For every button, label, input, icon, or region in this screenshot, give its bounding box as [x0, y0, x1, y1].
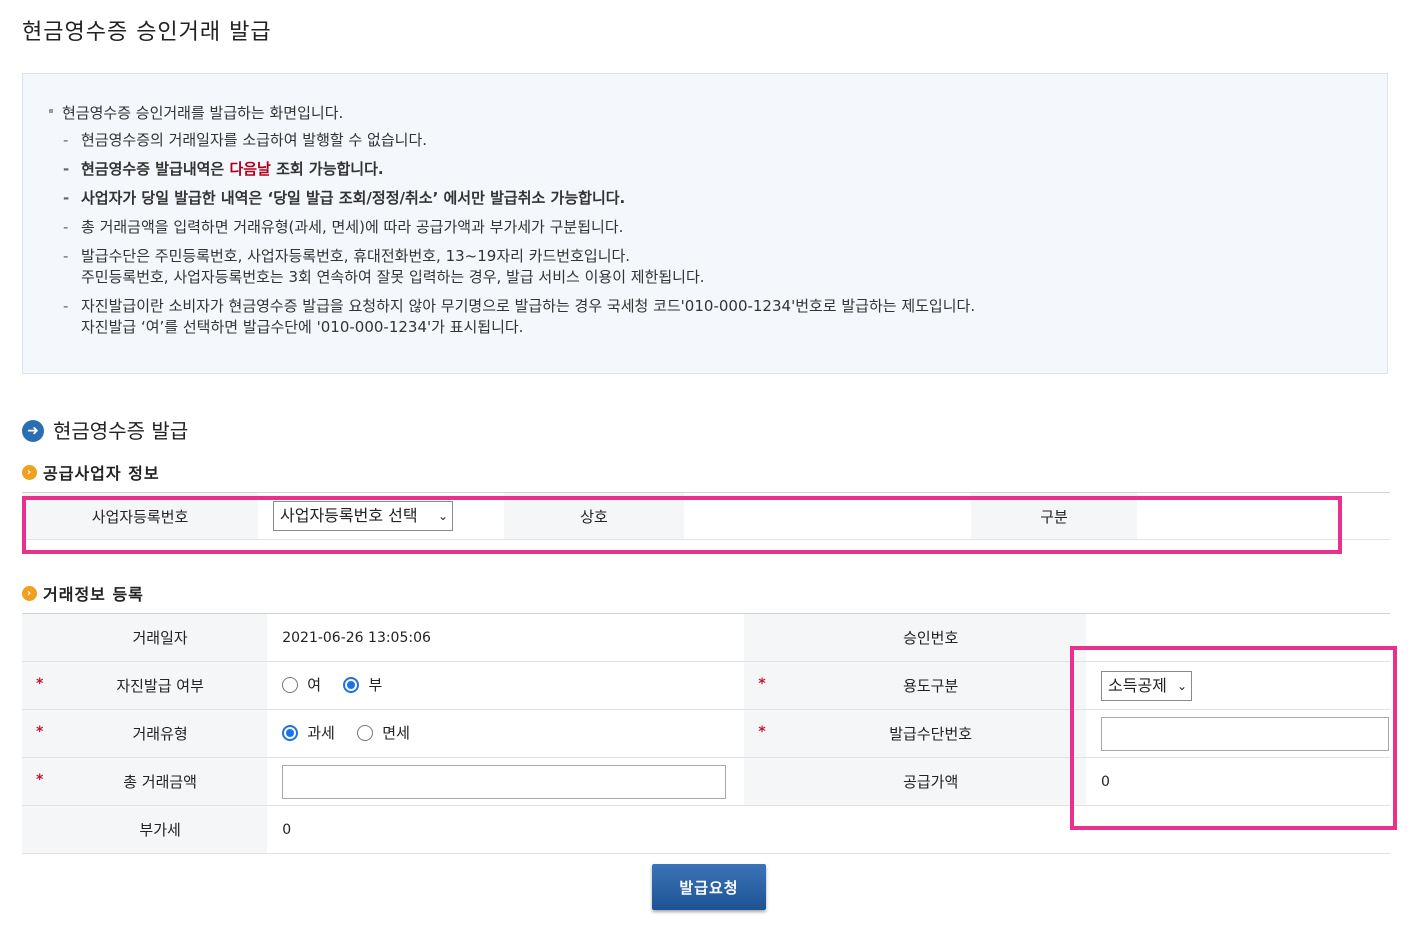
supply-amount-label: 공급가액: [744, 757, 1086, 806]
approval-label: 승인번호: [744, 613, 1086, 662]
empty-cell: [1086, 805, 1390, 854]
txn-type-label-text: 거래유형: [132, 725, 188, 743]
notice-header-text: 현금영수증 승인거래를 발급하는 화면입니다.: [62, 104, 344, 122]
radio-label: 과세: [307, 724, 335, 743]
page-title: 현금영수증 승인거래 발급: [22, 20, 272, 45]
txn-type-cell: 과세 면세: [267, 709, 745, 758]
total-amount-label-text: 총 거래금액: [123, 773, 197, 791]
chevron-right-icon: ›: [22, 465, 37, 480]
notice-item-line: 자진발급이란 소비자가 현금영수증 발급을 요청하지 않아 무기명으로 발급하는…: [81, 297, 976, 315]
date-value: 2021-06-26 13:05:06: [267, 613, 745, 662]
notice-item: 총 거래금액을 입력하면 거래유형(과세, 면세)에 따라 공급가액과 부가세가…: [63, 217, 975, 238]
vat-value: 0: [267, 805, 745, 854]
usage-select-value: 소득공제: [1108, 675, 1167, 695]
self-issue-yes-radio[interactable]: [282, 676, 299, 693]
taxable-option[interactable]: 과세: [282, 722, 335, 743]
table-row: 사업자등록번호 사업자등록번호 선택 ⌄ 상호 구분: [22, 492, 1390, 540]
square-bullet-icon: [49, 108, 53, 113]
approval-value: [1086, 613, 1390, 662]
company-label: 상호: [504, 492, 684, 540]
required-marker: *: [36, 676, 44, 692]
vat-label: 부가세: [22, 805, 268, 854]
self-issue-no-radio[interactable]: [343, 676, 360, 693]
usage-cell: 소득공제 ⌄: [1086, 661, 1390, 710]
notice-item: 발급수단은 주민등록번호, 사업자등록번호, 휴대전화번호, 13~19자리 카…: [63, 246, 975, 288]
notice-item: 현금영수증의 거래일자를 소급하여 발행할 수 없습니다.: [63, 130, 975, 151]
notice-highlight-text: 다음날: [229, 160, 271, 178]
id-number-label-text: 발급수단번호: [889, 725, 973, 743]
id-number-cell: [1086, 709, 1390, 758]
notice-box: 현금영수증 승인거래를 발급하는 화면입니다. 현금영수증의 거래일자를 소급하…: [22, 73, 1388, 374]
supply-amount-value: 0: [1086, 757, 1390, 806]
company-value: [684, 492, 971, 540]
table-row: 거래일자 2021-06-26 13:05:06 승인번호: [22, 613, 1390, 662]
notice-item-text: 조회 가능합니다.: [270, 160, 384, 178]
total-amount-input[interactable]: [282, 764, 727, 799]
notice-item-line: 발급수단은 주민등록번호, 사업자등록번호, 휴대전화번호, 13~19자리 카…: [81, 247, 631, 265]
supplier-title-text: 공급사업자 정보: [43, 464, 160, 483]
transaction-table: 거래일자 2021-06-26 13:05:06 승인번호 * 자진발급 여부 여…: [22, 613, 1390, 854]
required-marker: *: [758, 676, 766, 692]
notice-item: 현금영수증 발급내역은 다음날 조회 가능합니다.: [63, 159, 975, 180]
biz-no-cell: 사업자등록번호 선택 ⌄: [258, 492, 504, 540]
type-value: [1137, 492, 1390, 540]
total-amount-label: * 총 거래금액: [22, 757, 268, 806]
tax-exempt-option[interactable]: 면세: [357, 722, 410, 743]
required-marker: *: [36, 772, 44, 788]
radio-label: 부: [368, 676, 383, 695]
notice-item: 사업자가 당일 발급한 내역은 ‘당일 발급 조회/정정/취소’ 에서만 발급취…: [63, 188, 975, 209]
vat-label-text: 부가세: [139, 821, 181, 839]
supplier-table: 사업자등록번호 사업자등록번호 선택 ⌄ 상호 구분: [22, 492, 1390, 540]
table-row: * 총 거래금액 공급가액 0: [22, 757, 1390, 806]
tax-exempt-radio[interactable]: [357, 724, 374, 741]
table-row: * 거래유형 과세 면세 * 발급수단번호: [22, 709, 1390, 758]
supplier-section-title: › 공급사업자 정보: [22, 460, 160, 484]
txn-type-label: * 거래유형: [22, 709, 268, 758]
notice-item-line: 자진발급 ‘여’를 선택하면 발급수단에 '010-000-1234'가 표시됩…: [81, 318, 524, 336]
arrow-right-icon: ➜: [22, 419, 44, 442]
date-label: 거래일자: [22, 613, 268, 662]
required-marker: *: [36, 724, 44, 740]
notice-item-text: 현금영수증 발급내역은: [81, 160, 230, 178]
usage-label: * 용도구분: [744, 661, 1086, 710]
section-title: ➜ 현금영수증 발급: [22, 415, 188, 444]
transaction-section-title: › 거래정보 등록: [22, 581, 144, 605]
date-label-text: 거래일자: [132, 629, 188, 647]
section-title-text: 현금영수증 발급: [53, 419, 189, 443]
notice-header: 현금영수증 승인거래를 발급하는 화면입니다.: [49, 102, 343, 123]
empty-cell: [744, 805, 1086, 854]
usage-select[interactable]: 소득공제 ⌄: [1101, 670, 1192, 701]
transaction-title-text: 거래정보 등록: [43, 585, 144, 604]
required-marker: *: [758, 724, 766, 740]
table-row: 부가세 0: [22, 805, 1390, 854]
chevron-right-icon: ›: [22, 586, 37, 601]
biz-no-select[interactable]: 사업자등록번호 선택 ⌄: [273, 501, 453, 531]
taxable-radio[interactable]: [282, 724, 299, 741]
chevron-down-icon: ⌄: [1176, 678, 1187, 693]
self-issue-no-option[interactable]: 부: [343, 674, 382, 695]
approval-label-text: 승인번호: [903, 629, 959, 647]
self-issue-label: * 자진발급 여부: [22, 661, 268, 710]
id-number-input[interactable]: [1101, 716, 1389, 751]
type-label: 구분: [971, 492, 1137, 540]
self-issue-cell: 여 부: [267, 661, 745, 710]
radio-label: 면세: [382, 724, 410, 743]
self-issue-yes-option[interactable]: 여: [282, 674, 321, 695]
total-amount-cell: [267, 757, 745, 806]
biz-no-label: 사업자등록번호: [22, 492, 258, 540]
notice-item-line: 주민등록번호, 사업자등록번호는 3회 연속하여 잘못 입력하는 경우, 발급 …: [81, 268, 705, 286]
self-issue-label-text: 자진발급 여부: [116, 677, 204, 695]
usage-label-text: 용도구분: [903, 677, 959, 695]
chevron-down-icon: ⌄: [437, 509, 448, 523]
notice-item: 자진발급이란 소비자가 현금영수증 발급을 요청하지 않아 무기명으로 발급하는…: [63, 296, 975, 338]
notice-list: 현금영수증의 거래일자를 소급하여 발행할 수 없습니다. 현금영수증 발급내역…: [63, 130, 975, 346]
table-row: * 자진발급 여부 여 부 * 용도구분 소득공제 ⌄: [22, 661, 1390, 710]
supply-amount-label-text: 공급가액: [903, 773, 959, 791]
biz-no-select-value: 사업자등록번호 선택: [280, 506, 418, 525]
issue-request-button[interactable]: 발급요청: [652, 864, 766, 910]
radio-label: 여: [307, 676, 322, 695]
id-number-label: * 발급수단번호: [744, 709, 1086, 758]
